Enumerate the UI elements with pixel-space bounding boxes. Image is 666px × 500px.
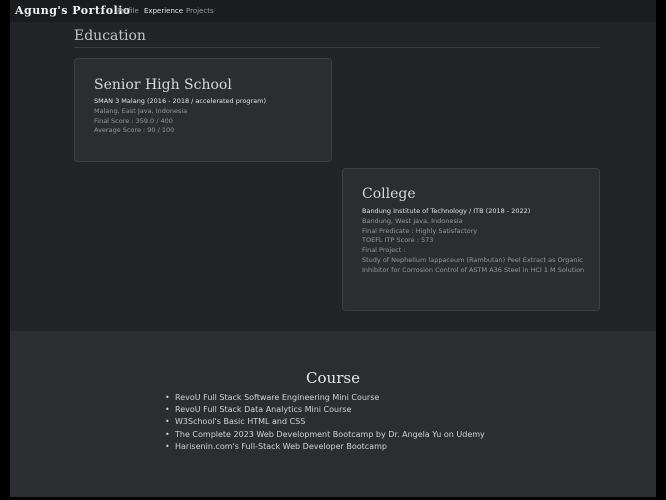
course-item: • Harisenin.com's Full-Stack Web Develope… xyxy=(165,441,485,453)
card-detail-final-score: Final Score : 359.0 / 400 xyxy=(94,116,173,125)
bullet-icon: • xyxy=(165,441,170,451)
course-item-label: RevoU Full Stack Software Engineering Mi… xyxy=(175,393,380,402)
card-detail-institution: Bandung Institute of Technology / ITB (2… xyxy=(362,207,531,215)
card-detail-predicate: Final Predicate : Highly Satisfactory xyxy=(362,226,478,235)
brand-link[interactable]: Agung's Portfolio xyxy=(15,4,131,17)
bullet-icon: • xyxy=(165,405,170,415)
course-item: • The Complete 2023 Web Development Bootc… xyxy=(165,429,485,441)
education-heading: Education xyxy=(74,28,146,44)
course-item-label: W3School's Basic HTML and CSS xyxy=(175,417,306,427)
bullet-icon: • xyxy=(165,429,170,439)
card-detail-location: Malang, East Java, Indonesia xyxy=(94,106,188,115)
card-detail-final-project-label: Final Project : xyxy=(362,246,406,255)
course-item: • RevoU Full Stack Software Engineering M… xyxy=(165,392,485,404)
course-section: Course • RevoU Full Stack Software Engine… xyxy=(10,331,656,497)
navbar: Agung's Portfolio Profile Experience Pro… xyxy=(10,0,656,22)
card-detail-toefl: TOEFL ITP Score : 573 xyxy=(362,236,434,245)
window-frame-left xyxy=(0,0,10,500)
card-details: SMAN 3 Malang (2016 - 2018 / accelerated… xyxy=(94,97,325,136)
nav-link-profile[interactable]: Profile xyxy=(117,7,139,15)
card-detail-location: Bandung, West Java, Indonesia xyxy=(362,216,463,225)
education-card-college: College Bandung Institute of Technology … xyxy=(342,168,600,311)
card-detail-final-project-title: Study of Nephelium lappaceum (Rambutan) … xyxy=(362,255,585,274)
nav-link-experience[interactable]: Experience xyxy=(144,7,183,15)
card-detail-school: SMAN 3 Malang (2016 - 2018 / accelerated… xyxy=(94,97,267,105)
card-details: Bandung Institute of Technology / ITB (2… xyxy=(362,207,593,276)
course-item-label: RevoU Full Stack Data Analytics Mini Cou… xyxy=(175,405,352,415)
bullet-icon: • xyxy=(165,417,170,427)
course-item-label: Harisenin.com's Full-Stack Web Developer… xyxy=(175,441,387,451)
course-item: • RevoU Full Stack Data Analytics Mini Co… xyxy=(165,404,485,416)
window-frame-right xyxy=(656,0,666,500)
nav-link-projects[interactable]: Projects xyxy=(186,7,214,15)
card-title: College xyxy=(362,186,416,202)
education-card-senior-high-school: Senior High School SMAN 3 Malang (2016 -… xyxy=(74,58,332,162)
card-detail-average-score: Average Score : 90 / 100 xyxy=(94,126,175,135)
course-item-label: The Complete 2023 Web Development Bootca… xyxy=(175,429,485,439)
course-list: • RevoU Full Stack Software Engineering M… xyxy=(165,392,485,453)
course-heading: Course xyxy=(306,369,360,387)
education-divider xyxy=(74,47,600,48)
card-title: Senior High School xyxy=(94,77,232,93)
course-item: • W3School's Basic HTML and CSS xyxy=(165,416,485,428)
bullet-icon: • xyxy=(165,393,170,402)
